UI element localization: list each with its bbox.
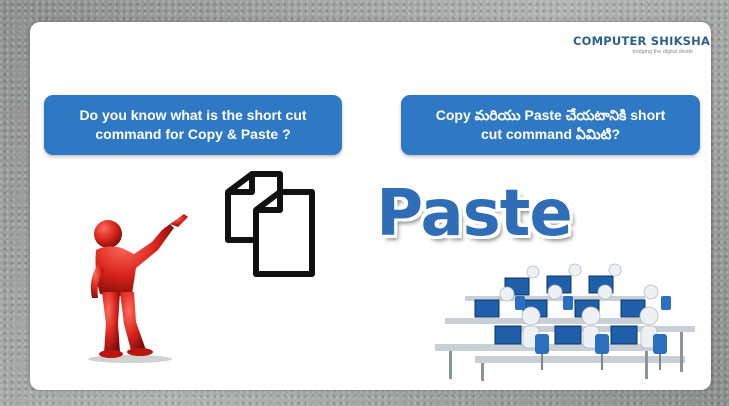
red-pointing-figure	[88, 214, 188, 363]
question-english-bubble: Do you know what is the short cut comman…	[44, 95, 342, 155]
question-english-line2: command for Copy & Paste ?	[95, 126, 291, 142]
brand-tagline: bridging the digital divide	[632, 49, 693, 55]
office-computers-image	[435, 263, 695, 381]
question-telugu-line1: Copy మరియు Paste చేయటానికి short	[435, 107, 666, 123]
question-telugu-bubble: Copy మరియు Paste చేయటానికి short cut com…	[401, 95, 700, 155]
slide: COMPUTER SHIKSHA bridging the digital di…	[30, 22, 711, 390]
question-english-line1: Do you know what is the short cut	[79, 107, 307, 123]
brand-logo: COMPUTER SHIKSHA bridging the digital di…	[573, 34, 711, 55]
copy-icon	[225, 171, 315, 277]
brand-name: COMPUTER SHIKSHA	[573, 34, 711, 48]
question-telugu-line2: cut command ఏమిటి?	[480, 126, 621, 142]
paste-word: Paste	[376, 177, 572, 251]
